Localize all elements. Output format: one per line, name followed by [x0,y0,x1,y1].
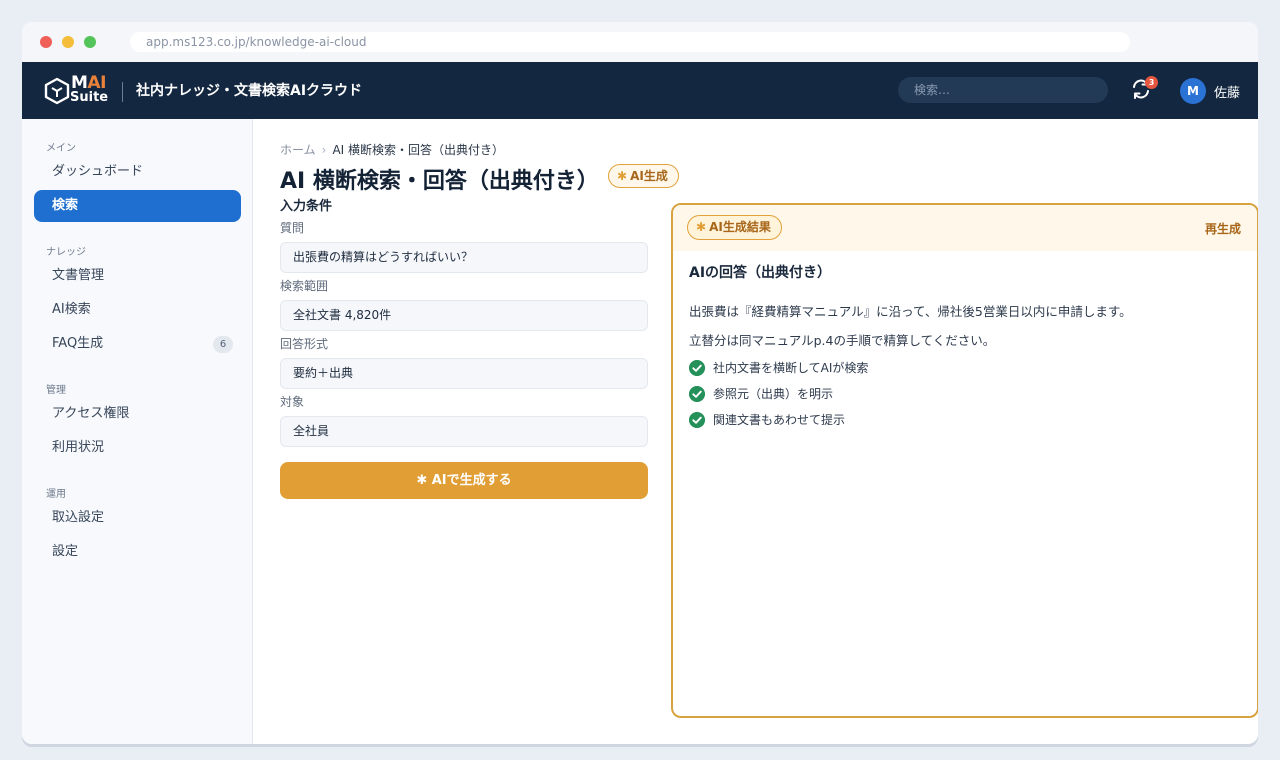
breadcrumb-current: AI 横断検索・回答（出典付き） [332,143,505,157]
nav-section-knowledge: ナレッジ [46,247,86,258]
sidebar-item-access[interactable]: アクセス権限 [34,398,241,430]
ai-result-panel: ✱ AI生成結果 再生成 AIの回答（出典付き） 出張費は『経費精算マニュアル』に… [671,203,1258,718]
faq-count-badge: 6 [213,336,233,353]
sidebar-item-documents[interactable]: 文書管理 [34,260,241,292]
result-header: ✱ AI生成結果 再生成 [673,205,1257,251]
user-avatar[interactable]: M [1180,78,1206,104]
sparkle-icon: ✱ [617,169,628,183]
sparkle-icon: ✱ [416,473,432,488]
ai-result-badge: ✱ AI生成結果 [687,215,782,240]
logo-suite-text: Suite [70,90,109,105]
sidebar-item-ai-search[interactable]: AI検索 [34,294,241,326]
close-window-button[interactable] [40,36,52,48]
sidebar-item-dashboard[interactable]: ダッシュボード [34,156,241,188]
app-title: 社内ナレッジ・文書検索AIクラウド [136,83,363,99]
check-circle-icon [689,360,705,376]
nav-section-ops: 運用 [46,489,66,500]
check-circle-icon [689,412,705,428]
sidebar: メイン ダッシュボード 検索 ナレッジ 文書管理 AI検索 FAQ生成 6 管理… [22,119,253,744]
form-section-title: 入力条件 [280,199,333,214]
address-bar[interactable]: app.ms123.co.jp/knowledge-ai-cloud [130,32,1130,52]
app-header: MAI Suite 社内ナレッジ・文書検索AIクラウド 検索… 3 M 佐藤 [22,62,1258,119]
breadcrumb: ホーム › AI 横断検索・回答（出典付き） [280,141,504,158]
header-divider [122,82,123,102]
nav-section-main: メイン [46,143,76,154]
browser-chrome: app.ms123.co.jp/knowledge-ai-cloud [22,22,1258,62]
notification-count-badge: 3 [1145,76,1158,89]
cube-logo-icon [44,77,70,105]
sidebar-item-faq[interactable]: FAQ生成 6 [34,328,241,360]
question-input[interactable]: 出張費の精算はどうすればいい？ [280,242,648,273]
audience-label: 対象 [280,395,305,409]
sparkle-icon: ✱ [696,220,707,234]
format-label: 回答形式 [280,337,329,351]
breadcrumb-home[interactable]: ホーム [280,143,316,157]
audience-input[interactable]: 全社員 [280,416,648,447]
page-title: AI 横断検索・回答（出典付き） [280,169,599,194]
user-name[interactable]: 佐藤 [1214,82,1240,101]
global-search-input[interactable]: 検索… [898,77,1108,103]
result-paragraph: 立替分は同マニュアルp.4の手順で精算してください。 [689,333,996,348]
result-title: AIの回答（出典付き） [689,265,832,281]
regenerate-button[interactable]: 再生成 [1205,220,1241,237]
check-circle-icon [689,386,705,402]
sidebar-item-import[interactable]: 取込設定 [34,502,241,534]
scope-label: 検索範囲 [280,279,329,293]
sidebar-item-settings[interactable]: 設定 [34,536,241,568]
question-label: 質問 [280,221,305,235]
ai-generated-badge: ✱ AI生成 [608,164,679,188]
browser-window: app.ms123.co.jp/knowledge-ai-cloud MAI S… [22,22,1258,744]
app-logo[interactable]: MAI Suite [44,75,108,107]
sidebar-item-usage[interactable]: 利用状況 [34,432,241,464]
scope-input[interactable]: 全社文書 4,820件 [280,300,648,331]
sidebar-item-search[interactable]: 検索 [34,190,241,222]
minimize-window-button[interactable] [62,36,74,48]
format-input[interactable]: 要約＋出典 [280,358,648,389]
result-paragraph: 出張費は『経費精算マニュアル』に沿って、帰社後5営業日以内に申請します。 [689,304,1132,319]
main-content: ホーム › AI 横断検索・回答（出典付き） AI 横断検索・回答（出典付き） ✱ A… [254,119,1258,744]
breadcrumb-separator: › [321,143,327,157]
nav-section-admin: 管理 [46,385,66,396]
sidebar-item-label: FAQ生成 [52,336,104,351]
maximize-window-button[interactable] [84,36,96,48]
generate-button[interactable]: ✱ AIで生成する [280,462,648,499]
